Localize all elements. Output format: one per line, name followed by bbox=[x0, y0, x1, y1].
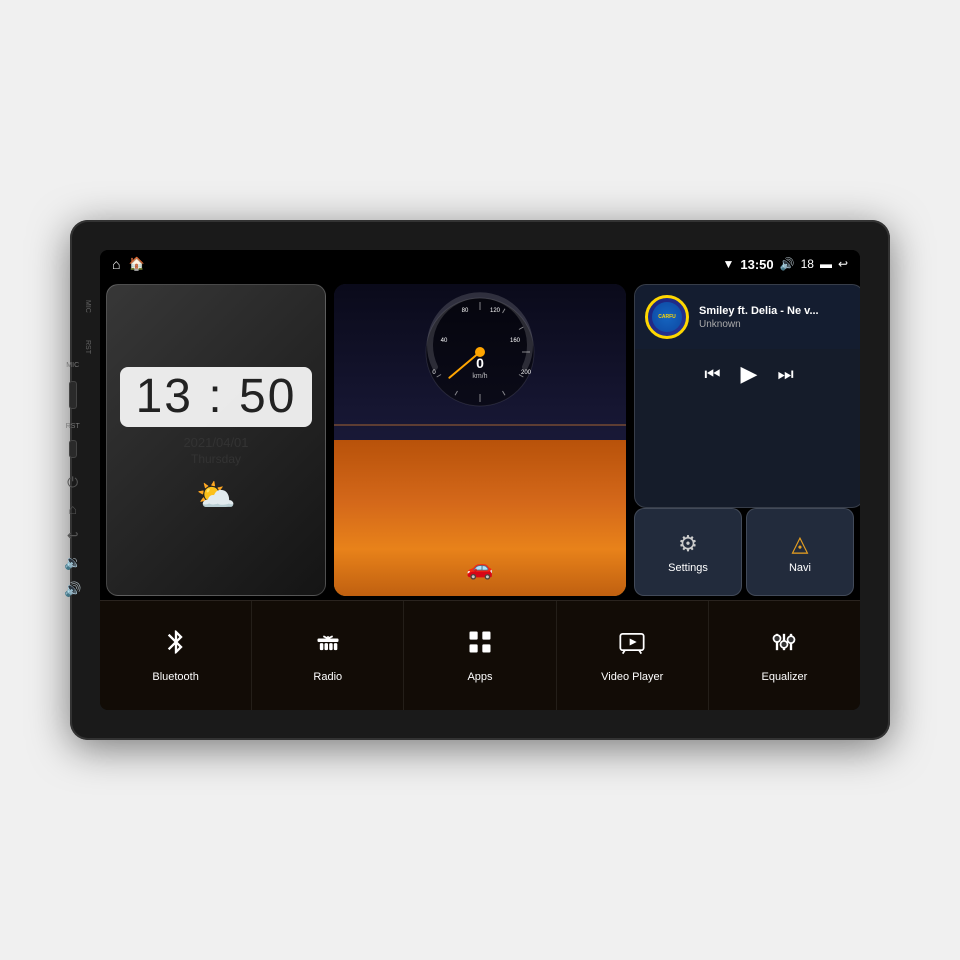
svg-text:40: 40 bbox=[441, 338, 448, 344]
svg-text:0: 0 bbox=[476, 355, 484, 371]
rst-label: RST bbox=[84, 340, 91, 354]
main-content: 13 : 50 2021/04/01 Thursday ⛅ bbox=[100, 278, 860, 710]
back-side-icon[interactable]: ↩ bbox=[67, 527, 79, 544]
navi-button[interactable]: ◬ Navi bbox=[746, 508, 854, 596]
home-status-icon[interactable]: ⌂ bbox=[112, 256, 120, 272]
navi-label: Navi bbox=[789, 562, 811, 574]
svg-text:160: 160 bbox=[510, 338, 521, 344]
speedometer-gauge: 0 40 80 120 160 200 0 km/h bbox=[420, 292, 540, 412]
volume-icon: 🔊 bbox=[780, 257, 795, 271]
volume-down-side-icon[interactable]: 🔉 bbox=[64, 554, 81, 571]
power-side-icon[interactable]: ⏻ bbox=[67, 474, 78, 491]
svg-text:200: 200 bbox=[521, 370, 532, 376]
bluetooth-label: Bluetooth bbox=[152, 671, 198, 683]
video-player-button[interactable]: Video Player bbox=[557, 601, 709, 710]
volume-up-side-icon[interactable]: 🔊 bbox=[64, 581, 81, 598]
rst-button[interactable] bbox=[69, 440, 77, 458]
widget-status-icon[interactable]: 🏠 bbox=[128, 256, 144, 272]
gear-icon: ⚙ bbox=[678, 531, 698, 557]
clock-widget: 13 : 50 2021/04/01 Thursday ⛅ bbox=[106, 284, 326, 596]
clock-day: Thursday bbox=[191, 452, 241, 466]
apps-grid-icon bbox=[466, 628, 494, 663]
car-head-unit: MIC RST MIC RST ⏻ ⌂ ↩ 🔉 🔊 ⌂ 🏠 ▼ 13:50 🔊 … bbox=[70, 220, 890, 740]
weather-icon: ⛅ bbox=[196, 476, 236, 514]
equalizer-label: Equalizer bbox=[761, 671, 807, 683]
bluetooth-button[interactable]: Bluetooth bbox=[100, 601, 252, 710]
apps-label: Apps bbox=[467, 671, 492, 683]
volume-level: 18 bbox=[801, 257, 814, 271]
radio-label: Radio bbox=[313, 671, 342, 683]
mic-side-label: MIC bbox=[66, 362, 79, 369]
rst-side-label: RST bbox=[66, 423, 80, 430]
apps-row: Bluetooth bbox=[100, 600, 860, 710]
next-button[interactable]: ⏭ bbox=[777, 364, 793, 385]
radio-icon bbox=[314, 628, 342, 663]
bluetooth-icon bbox=[162, 628, 190, 663]
settings-label: Settings bbox=[668, 562, 708, 574]
svg-text:80: 80 bbox=[462, 308, 469, 314]
clock-display: 13 : 50 bbox=[120, 367, 313, 427]
settings-button[interactable]: ⚙ Settings bbox=[634, 508, 742, 596]
prev-button[interactable]: ⏮ bbox=[704, 364, 720, 385]
right-column: CARFU Smiley ft. Delia - Ne v... Unknown… bbox=[630, 278, 860, 600]
apps-button[interactable]: Apps bbox=[404, 601, 556, 710]
equalizer-button[interactable]: Equalizer bbox=[709, 601, 860, 710]
mic-button[interactable] bbox=[69, 381, 77, 409]
play-button[interactable]: ▶ bbox=[741, 361, 758, 387]
music-title: Smiley ft. Delia - Ne v... bbox=[699, 305, 853, 317]
carfu-logo: CARFU bbox=[645, 295, 689, 339]
home-side-icon[interactable]: ⌂ bbox=[68, 501, 76, 517]
navi-icon: ◬ bbox=[792, 531, 809, 557]
mic-label: MIC bbox=[84, 300, 91, 313]
battery-icon: ▬ bbox=[820, 257, 832, 271]
quick-actions: ⚙ Settings ◬ Navi bbox=[634, 508, 854, 596]
music-widget: CARFU Smiley ft. Delia - Ne v... Unknown… bbox=[634, 284, 860, 508]
clock-date: 2021/04/01 bbox=[183, 435, 248, 450]
svg-text:120: 120 bbox=[490, 308, 501, 314]
wifi-icon: ▼ bbox=[722, 257, 734, 271]
screen: ⌂ 🏠 ▼ 13:50 🔊 18 ▬ ↩ 13 : 50 2021/04/01 … bbox=[100, 250, 860, 710]
status-bar: ⌂ 🏠 ▼ 13:50 🔊 18 ▬ ↩ bbox=[100, 250, 860, 278]
video-player-icon bbox=[618, 628, 646, 663]
radio-button[interactable]: Radio bbox=[252, 601, 404, 710]
car-icon: 🚗 bbox=[466, 555, 493, 581]
status-time: 13:50 bbox=[740, 257, 773, 272]
equalizer-icon bbox=[770, 628, 798, 663]
music-artist: Unknown bbox=[699, 319, 853, 330]
video-player-label: Video Player bbox=[601, 671, 663, 683]
speedometer-widget: 0 40 80 120 160 200 0 km/h bbox=[334, 284, 626, 596]
back-status-icon[interactable]: ↩ bbox=[838, 257, 848, 271]
svg-text:km/h: km/h bbox=[472, 373, 487, 380]
